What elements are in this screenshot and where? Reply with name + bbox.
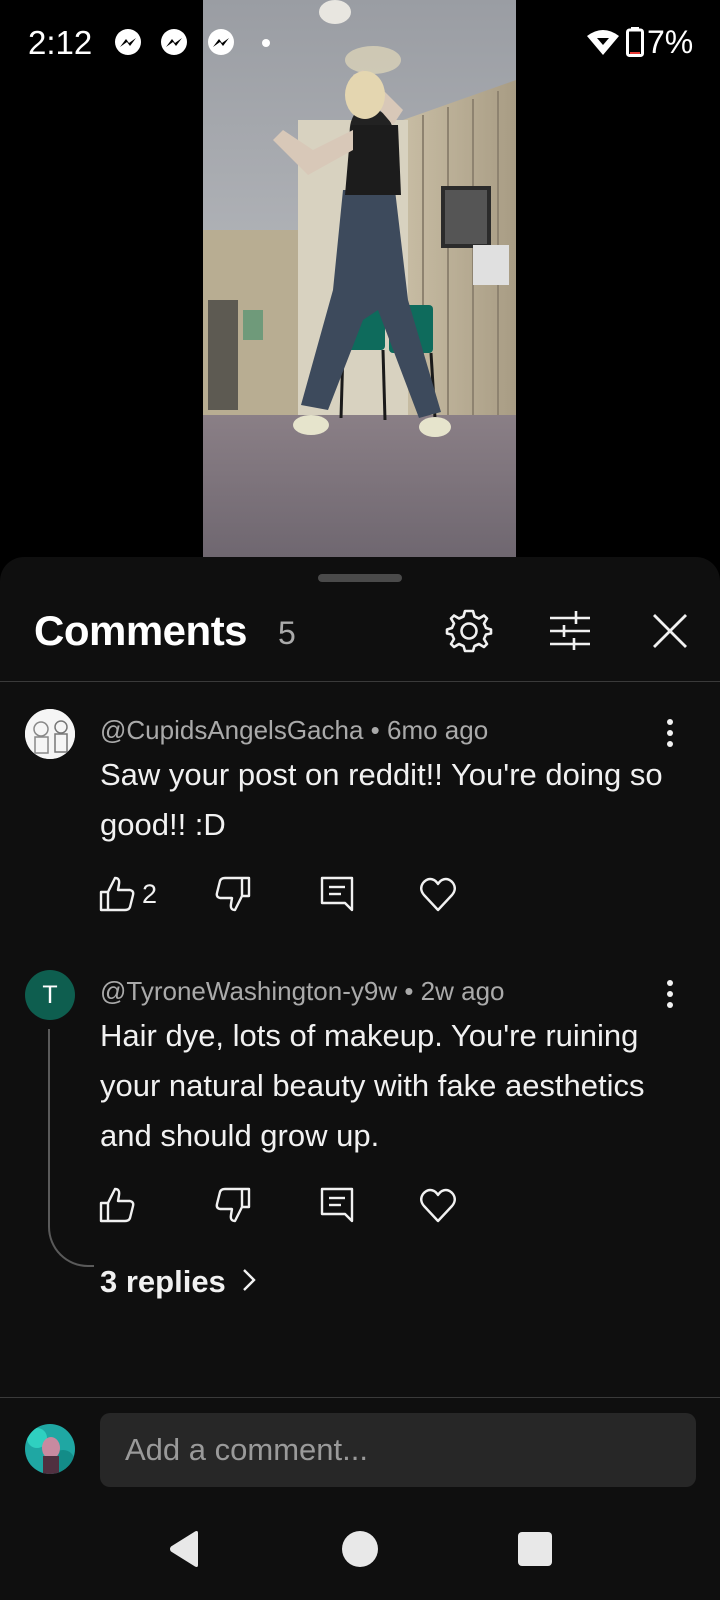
filter-sliders-icon[interactable] — [546, 607, 594, 655]
battery-icon — [626, 27, 644, 57]
like-icon[interactable] — [97, 1185, 137, 1225]
heart-icon[interactable] — [418, 874, 458, 914]
dislike-icon[interactable] — [213, 1185, 253, 1225]
more-vert-icon[interactable] — [655, 974, 685, 1014]
gear-icon[interactable] — [445, 607, 493, 655]
system-nav-bar — [0, 1505, 720, 1600]
reply-icon[interactable] — [317, 1185, 357, 1225]
comment-text: Saw your post on reddit!! You're doing s… — [100, 757, 663, 842]
user-avatar[interactable] — [25, 1424, 75, 1474]
user-avatar-image — [25, 1424, 75, 1474]
add-comment-box[interactable] — [100, 1413, 696, 1487]
composer-divider — [0, 1397, 720, 1398]
chevron-right-icon[interactable] — [240, 1266, 258, 1294]
more-vert-icon[interactable] — [655, 713, 685, 753]
avatar-letter: T — [42, 980, 58, 1009]
home-icon[interactable] — [338, 1527, 382, 1571]
reply-icon[interactable] — [317, 874, 357, 914]
dislike-icon[interactable] — [213, 874, 253, 914]
recents-icon[interactable] — [513, 1527, 557, 1571]
messenger-icon — [208, 29, 234, 55]
wifi-icon — [587, 30, 619, 55]
messenger-icon — [161, 29, 187, 55]
header-divider — [0, 681, 720, 682]
like-icon[interactable] — [97, 874, 137, 914]
comment-text: Hair dye, lots of makeup. You're ruining… — [100, 1018, 645, 1153]
back-icon[interactable] — [164, 1527, 208, 1571]
drag-handle[interactable] — [318, 574, 402, 582]
avatar-image — [25, 709, 75, 759]
reply-thread-line — [48, 1029, 94, 1267]
heart-icon[interactable] — [418, 1185, 458, 1225]
status-bar: 2:12 7% — [0, 0, 720, 90]
comment-meta[interactable]: @CupidsAngelsGacha • 6mo ago — [100, 715, 488, 746]
messenger-icon — [115, 29, 141, 55]
avatar[interactable] — [25, 709, 75, 759]
view-replies-button[interactable]: 3 replies — [100, 1264, 226, 1300]
battery-percent: 7% — [647, 24, 694, 60]
add-comment-input[interactable] — [100, 1413, 696, 1487]
close-icon[interactable] — [646, 607, 694, 655]
comments-title: Comments — [34, 607, 248, 654]
avatar[interactable]: T — [25, 970, 75, 1020]
status-time: 2:12 — [28, 24, 93, 61]
dot-icon — [262, 39, 270, 47]
comment-meta[interactable]: @TyroneWashington-y9w • 2w ago — [100, 976, 505, 1007]
comments-count: 5 — [278, 615, 296, 651]
like-count: 2 — [142, 879, 158, 909]
